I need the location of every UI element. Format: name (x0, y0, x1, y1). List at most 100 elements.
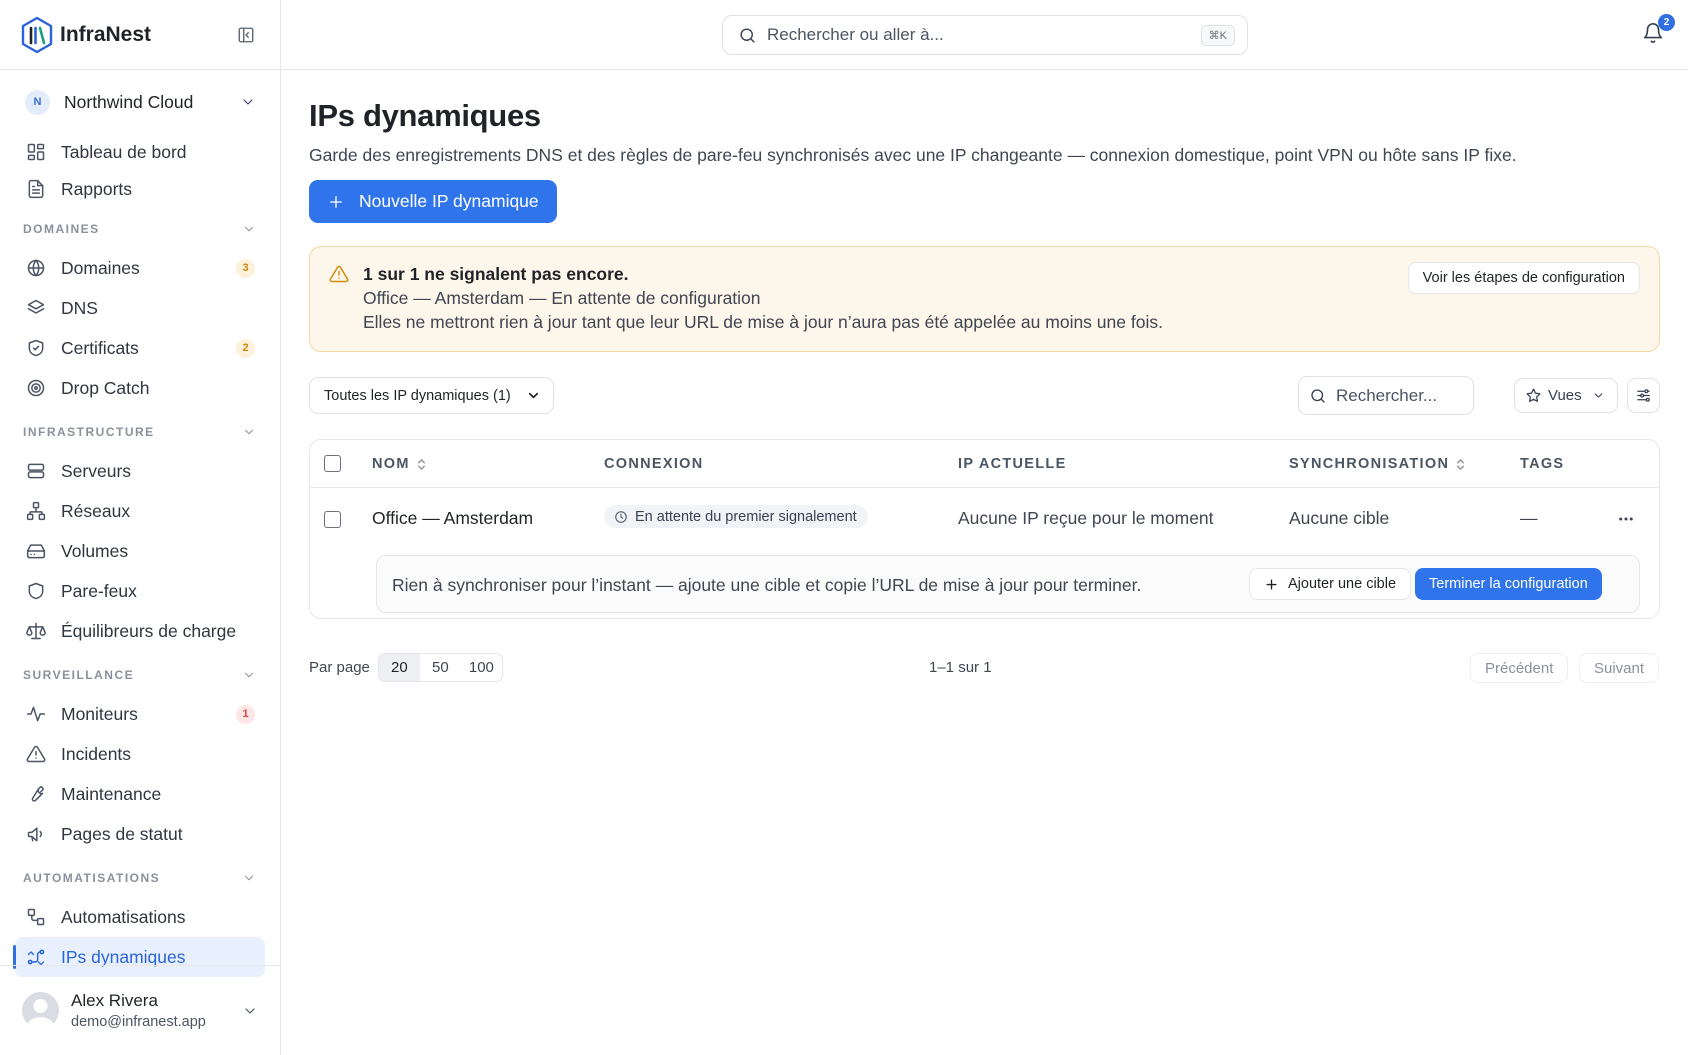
section-automatisations[interactable]: AUTOMATISATIONS (0, 858, 280, 897)
user-menu[interactable]: Alex Rivera demo@infranest.app (0, 965, 280, 1055)
sidebar-item-label: Réseaux (61, 500, 131, 521)
sidebar-item-moniteurs[interactable]: Moniteurs 1 (15, 694, 265, 734)
sidebar-item-drop-catch[interactable]: Drop Catch (15, 368, 265, 408)
global-search[interactable]: Rechercher ou aller à... ⌘K (722, 15, 1248, 55)
sidebar-item-serveurs[interactable]: Serveurs (15, 451, 265, 491)
alert-pending-item: Office — Amsterdam — En attente de confi… (363, 288, 761, 308)
sidebar-item-equilibreurs-de-charge[interactable]: Équilibreurs de charge (15, 611, 265, 651)
sidebar-item-label: Pages de statut (61, 823, 183, 844)
shield-icon (26, 581, 46, 601)
activity-icon (26, 704, 46, 724)
sidebar-item-volumes[interactable]: Volumes (15, 531, 265, 571)
column-settings-button[interactable] (1627, 378, 1660, 413)
sidebar-item-reseaux[interactable]: Réseaux (15, 491, 265, 531)
search-icon (1309, 387, 1327, 405)
sidebar-item-label: Volumes (61, 540, 129, 561)
new-dynamic-ip-label: Nouvelle IP dynamique (359, 191, 539, 211)
alert-title: 1 sur 1 ne signalent pas encore. (363, 264, 629, 284)
alert-triangle-icon (26, 744, 46, 764)
chevron-down-icon (242, 425, 256, 439)
add-target-button[interactable]: Ajouter une cible (1249, 568, 1412, 600)
sidebar-item-pare-feux[interactable]: Pare-feux (15, 571, 265, 611)
plus-icon (1264, 577, 1279, 592)
row-current-ip: Aucune IP reçue pour le moment (958, 508, 1214, 528)
setup-hint-message: Rien à synchroniser pour l’instant — ajo… (392, 575, 1142, 595)
sidebar-item-label: Drop Catch (61, 377, 150, 398)
logo-row: InfraNest (0, 0, 280, 70)
org-switcher[interactable]: N Northwind Cloud (0, 70, 280, 134)
column-header-nom[interactable]: NOM (372, 456, 427, 472)
row-name[interactable]: Office — Amsterdam (372, 508, 533, 529)
previous-page-button[interactable]: Précédent (1470, 653, 1569, 683)
column-header-label: SYNCHRONISATION (1289, 456, 1450, 472)
notifications-button[interactable]: 2 (1642, 14, 1675, 46)
sidebar-item-domaines[interactable]: Domaines 3 (15, 248, 265, 288)
column-header-tags: TAGS (1520, 456, 1564, 472)
sidebar-nav: Tableau de bord Rapports DOMAINES Domain… (0, 132, 280, 977)
view-setup-steps-button[interactable]: Voir les étapes de configuration (1407, 262, 1640, 294)
per-page-option[interactable]: 50 (420, 654, 461, 681)
add-target-label: Ajouter une cible (1288, 576, 1397, 592)
sidebar-item-maintenance[interactable]: Maintenance (15, 774, 265, 814)
search-icon (738, 26, 757, 45)
new-dynamic-ip-button[interactable]: Nouvelle IP dynamique (309, 180, 557, 223)
sort-icon (1455, 458, 1466, 471)
megaphone-icon (26, 824, 46, 844)
row-checkbox[interactable] (324, 511, 341, 528)
chevron-down-icon (242, 668, 256, 682)
row-sync: Aucune cible (1289, 508, 1390, 528)
section-surveillance[interactable]: SURVEILLANCE (0, 655, 280, 694)
sidebar-item-incidents[interactable]: Incidents (15, 734, 265, 774)
sidebar-item-pages-de-statut[interactable]: Pages de statut (15, 814, 265, 854)
sidebar-item-rapports[interactable]: Rapports (15, 169, 265, 209)
workflow-icon (26, 907, 46, 927)
wrench-icon (26, 784, 46, 804)
sidebar-item-certificats[interactable]: Certificats 2 (15, 328, 265, 368)
app-logo[interactable]: InfraNest (20, 16, 151, 54)
panel-left-icon (237, 26, 255, 44)
network-icon (26, 501, 46, 521)
server-icon (26, 461, 46, 481)
per-page-option[interactable]: 100 (461, 654, 502, 681)
views-dropdown[interactable]: Vues (1514, 378, 1618, 413)
sidebar-item-automatisations[interactable]: Automatisations (15, 897, 265, 937)
chevron-down-icon (526, 388, 541, 403)
search-placeholder: Rechercher ou aller à... (767, 25, 944, 44)
scale-icon (26, 621, 46, 641)
column-header-synchronisation[interactable]: SYNCHRONISATION (1289, 456, 1466, 472)
pagination-per-page: Par page 20 50 100 (309, 653, 503, 682)
per-page-label: Par page (309, 659, 370, 676)
sort-icon (416, 458, 427, 471)
next-page-button[interactable]: Suivant (1579, 653, 1660, 683)
sidebar-item-label: Maintenance (61, 783, 162, 804)
finish-setup-button[interactable]: Terminer la configuration (1415, 568, 1602, 600)
infranest-logo-icon (20, 16, 54, 54)
section-title: DOMAINES (23, 221, 100, 236)
chevron-down-icon (1592, 389, 1605, 402)
sidebar: InfraNest N Northwind Cloud Tableau de b… (0, 0, 281, 1055)
section-infrastructure[interactable]: INFRASTRUCTURE (0, 412, 280, 451)
shield-check-icon (26, 338, 46, 358)
per-page-option[interactable]: 20 (378, 654, 420, 681)
more-options-icon[interactable] (1617, 510, 1635, 528)
org-avatar: N (25, 89, 50, 115)
count-badge: 3 (236, 258, 255, 278)
filter-select[interactable]: Toutes les IP dynamiques (1) (309, 377, 554, 414)
collapse-sidebar-button[interactable] (232, 21, 260, 49)
column-header-ip-actuelle: IP ACTUELLE (958, 456, 1067, 472)
sidebar-item-tableau-de-bord[interactable]: Tableau de bord (15, 132, 265, 172)
select-all-checkbox[interactable] (324, 455, 341, 472)
section-domaines[interactable]: DOMAINES (0, 209, 280, 248)
table-search-input[interactable]: Rechercher... (1298, 376, 1474, 415)
chevron-down-icon (242, 871, 256, 885)
views-label: Vues (1548, 387, 1582, 404)
sidebar-item-label: Automatisations (61, 906, 186, 927)
row-tags: — (1520, 508, 1538, 528)
sidebar-item-label: Équilibreurs de charge (61, 620, 237, 641)
topbar: Rechercher ou aller à... ⌘K 2 (281, 0, 1688, 70)
notification-badge: 2 (1658, 14, 1675, 31)
sidebar-item-dns[interactable]: DNS (15, 288, 265, 328)
main-content: IPs dynamiques Garde des enregistrements… (281, 70, 1688, 1055)
table-row[interactable]: Office — Amsterdam En attente du premier… (310, 488, 1659, 550)
alert-explanation: Elles ne mettront rien à jour tant que l… (363, 312, 1163, 332)
